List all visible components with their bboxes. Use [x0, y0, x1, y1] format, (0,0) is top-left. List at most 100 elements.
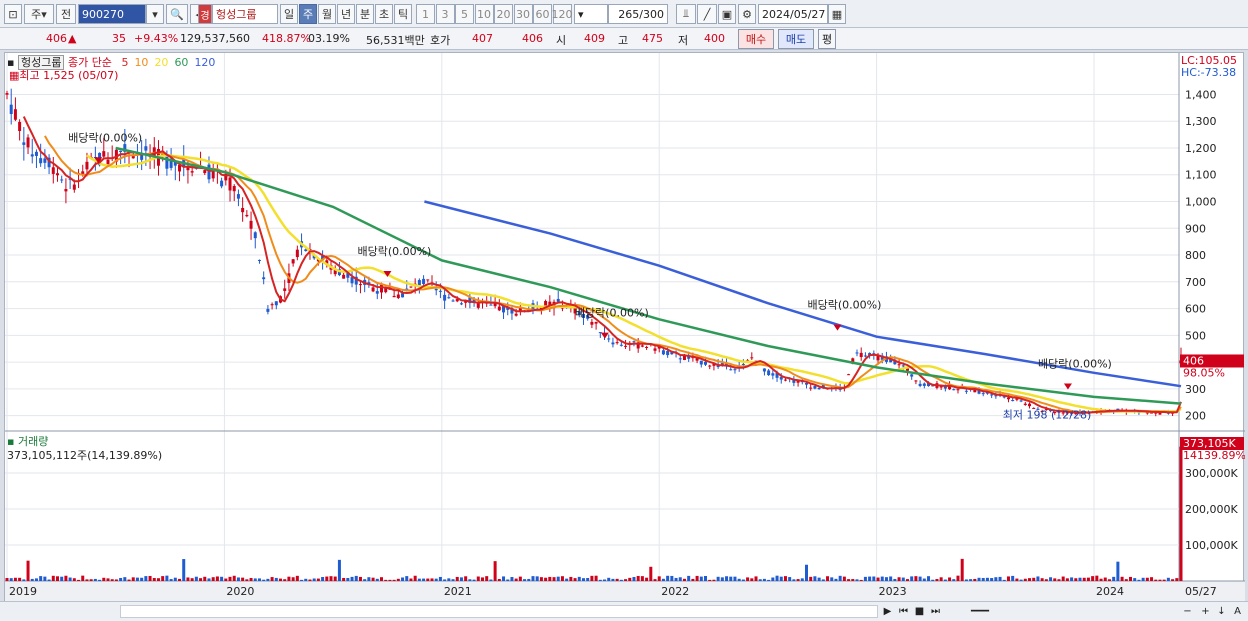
volume-bar — [135, 577, 139, 581]
move-icon[interactable]: ↓ — [1214, 604, 1229, 619]
candle-body — [952, 389, 956, 391]
prev-button[interactable]: 전 — [56, 4, 76, 24]
volume-bar — [964, 579, 968, 581]
auto-icon[interactable]: A — [1230, 604, 1245, 619]
ma-legend-120: 120 — [194, 56, 216, 69]
volume-bar — [729, 576, 733, 581]
volume-bar — [880, 576, 884, 581]
interval-button-30[interactable]: 30 — [513, 4, 533, 24]
stock-name-field[interactable]: 헝성그룹 — [212, 4, 278, 24]
volume-bar — [716, 576, 720, 581]
rewind-icon[interactable]: ⏮ — [896, 604, 911, 619]
candle-body — [85, 161, 89, 170]
volume-bar — [657, 576, 661, 581]
price-tick: 1,000 — [1185, 196, 1217, 209]
eval-button[interactable]: 평 — [818, 29, 836, 49]
volume-bar — [51, 575, 55, 581]
candle-body — [771, 373, 775, 376]
zoom-slider[interactable]: ━━━ — [960, 604, 1000, 619]
interval-button-60[interactable]: 60 — [533, 4, 552, 24]
buy-button[interactable]: 매수 — [738, 29, 774, 49]
candle-body — [257, 259, 261, 261]
volume-bar — [127, 579, 131, 581]
interval-button-120[interactable]: 120 — [552, 4, 573, 24]
zoom-out-icon[interactable]: − — [1180, 604, 1195, 619]
volume-bar — [1078, 577, 1082, 581]
dropdown-icon[interactable]: ▾ — [146, 4, 164, 24]
volume-bar — [211, 577, 215, 581]
volume-bar — [611, 578, 615, 581]
period-button-6[interactable]: 틱 — [394, 4, 412, 24]
candle-icon[interactable]: ⫫ — [676, 4, 696, 24]
volume-bar — [329, 576, 333, 581]
candle-body — [544, 301, 548, 306]
price-tick: 700 — [1185, 276, 1206, 289]
candle-body — [619, 344, 623, 346]
volume-bar — [1065, 578, 1069, 581]
volume-bar — [215, 576, 219, 581]
chart-svg[interactable]: 1,400 1,300 1,200 1,100 1,000 900 800 700 600 500… — [5, 53, 1246, 602]
volume-bar — [451, 579, 455, 581]
volume-bar — [392, 579, 396, 581]
sell-button[interactable]: 매도 — [778, 29, 814, 49]
volume-bar — [952, 579, 956, 581]
gear-icon[interactable]: ⚙ — [738, 4, 756, 24]
interval-button-10[interactable]: 10 — [474, 4, 494, 24]
price-tick: 500 — [1185, 329, 1206, 342]
zoom-in-icon[interactable]: + — [1198, 604, 1213, 619]
period-button-1[interactable]: 주 — [299, 4, 317, 24]
candle-body — [350, 277, 354, 284]
line-tool-icon[interactable]: ╱ — [697, 4, 717, 24]
candle-body — [18, 121, 22, 131]
volume-bar — [619, 579, 623, 581]
scroll-right-icon[interactable]: ▶ — [880, 604, 895, 619]
date-input[interactable]: 2024/05/27 — [758, 4, 828, 24]
stock-code-input[interactable]: 900270 — [78, 4, 146, 24]
candle-body — [514, 313, 518, 316]
search-icon[interactable]: 🔍 — [166, 4, 188, 24]
interval-button-20[interactable]: 20 — [494, 4, 513, 24]
period-button-2[interactable]: 월 — [318, 4, 336, 24]
volume-bar — [1040, 578, 1044, 581]
forward-icon[interactable]: ⏭ — [928, 604, 943, 619]
interval-button-5[interactable]: 5 — [455, 4, 474, 24]
volume-bar — [884, 577, 888, 581]
volume-bar — [1049, 577, 1053, 581]
period-button-0[interactable]: 일 — [280, 4, 298, 24]
candle-body — [708, 365, 712, 367]
interval-button-3[interactable]: 3 — [435, 4, 455, 24]
candle-body — [779, 377, 783, 380]
save-icon[interactable]: ▣ — [718, 4, 736, 24]
volume-bar — [274, 577, 278, 581]
window-icon[interactable]: ⊡ — [4, 4, 22, 24]
period-button-5[interactable]: 초 — [375, 4, 393, 24]
volume-bar — [573, 578, 577, 581]
period-select[interactable]: 주 ▾ — [24, 4, 54, 24]
volume-bar — [279, 578, 283, 581]
price-tick: 1,200 — [1185, 142, 1217, 155]
volume-bar — [1171, 579, 1175, 581]
stop-icon[interactable]: ■ — [912, 604, 927, 619]
volume-bar — [548, 576, 552, 581]
volume-bar — [1011, 575, 1015, 581]
volume-bar — [607, 577, 611, 581]
volume-bar — [834, 578, 838, 581]
horizontal-scrollbar[interactable] — [120, 605, 878, 618]
period-button-4[interactable]: 분 — [356, 4, 374, 24]
volume-value-label: 373,105,112주(14,139.89%) — [7, 449, 163, 462]
volume-bar — [1154, 579, 1158, 581]
volume-bar — [1053, 578, 1057, 581]
ma-legend-20: 20 — [154, 56, 169, 69]
chart-area[interactable]: 1,400 1,300 1,200 1,100 1,000 900 800 700 600 500… — [4, 52, 1246, 602]
interval-select[interactable]: ▾ — [574, 4, 608, 24]
volume-bar — [821, 579, 825, 581]
ma-legend-60: 60 — [174, 56, 189, 69]
interval-button-1[interactable]: 1 — [416, 4, 435, 24]
volume-bar — [935, 579, 939, 581]
volume-bar — [809, 576, 813, 581]
calendar-icon[interactable]: ▦ — [828, 4, 846, 24]
volume-bar — [581, 578, 585, 581]
period-button-3[interactable]: 년 — [337, 4, 355, 24]
count-field[interactable]: 265/300 — [608, 4, 668, 24]
count-total: /300 — [639, 7, 664, 21]
